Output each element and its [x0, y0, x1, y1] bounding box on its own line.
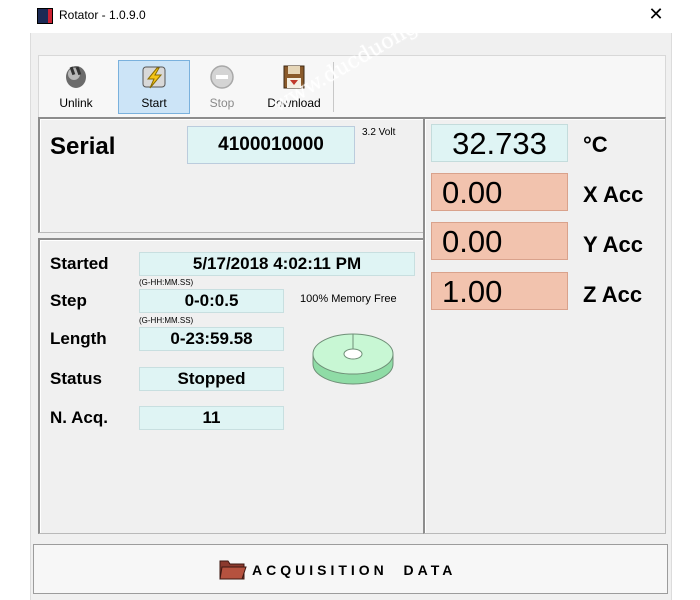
unlink-button[interactable]: Unlink: [43, 61, 109, 113]
z-acc-label: Z Acc: [583, 282, 643, 307]
stop-label: Stop: [209, 96, 235, 110]
step-format-hint: (G-HH:MM.SS): [139, 278, 194, 287]
y-acc-value: 0.00: [431, 222, 568, 260]
nacq-label: N. Acq.: [50, 408, 108, 427]
serial-value: 4100010000: [187, 126, 355, 164]
length-field[interactable]: 0-23:59.58: [139, 327, 284, 351]
unlink-plug-icon: [66, 66, 86, 88]
nacq-value: 11: [139, 406, 284, 430]
status-label: Status: [50, 369, 102, 388]
stop-icon: [210, 65, 234, 89]
memory-disk-icon: [312, 333, 394, 385]
lightning-icon: [142, 66, 166, 89]
temperature-unit: °C: [583, 132, 608, 157]
unlink-label: Unlink: [59, 96, 93, 110]
started-label: Started: [50, 254, 109, 273]
close-button[interactable]: ✕: [644, 2, 668, 26]
memory-free-text: 100% Memory Free: [300, 293, 397, 305]
status-value: Stopped: [139, 367, 284, 391]
acquisition-data-label: ACQUISITION DATA: [252, 562, 457, 578]
start-button[interactable]: Start: [118, 60, 190, 114]
temperature-value: 32.733: [431, 124, 568, 162]
folder-icon: [219, 560, 247, 580]
started-value: 5/17/2018 4:02:11 PM: [139, 252, 415, 276]
step-label: Step: [50, 291, 87, 310]
length-format-hint: (G-HH:MM.SS): [139, 316, 194, 325]
voltage-text: 3.2 Volt: [362, 127, 396, 138]
step-field[interactable]: 0-0:0.5: [139, 289, 284, 313]
close-icon: ✕: [648, 4, 664, 24]
app-icon: [37, 8, 53, 24]
y-acc-label: Y Acc: [583, 232, 643, 257]
serial-label: Serial: [50, 133, 116, 160]
start-label: Start: [141, 96, 167, 110]
window-title: Rotator - 1.0.9.0: [59, 8, 146, 22]
z-acc-value: 1.00: [431, 272, 568, 310]
x-acc-value: 0.00: [431, 173, 568, 211]
length-label: Length: [50, 329, 107, 348]
stop-button[interactable]: Stop: [194, 61, 250, 113]
x-acc-label: X Acc: [583, 182, 644, 207]
